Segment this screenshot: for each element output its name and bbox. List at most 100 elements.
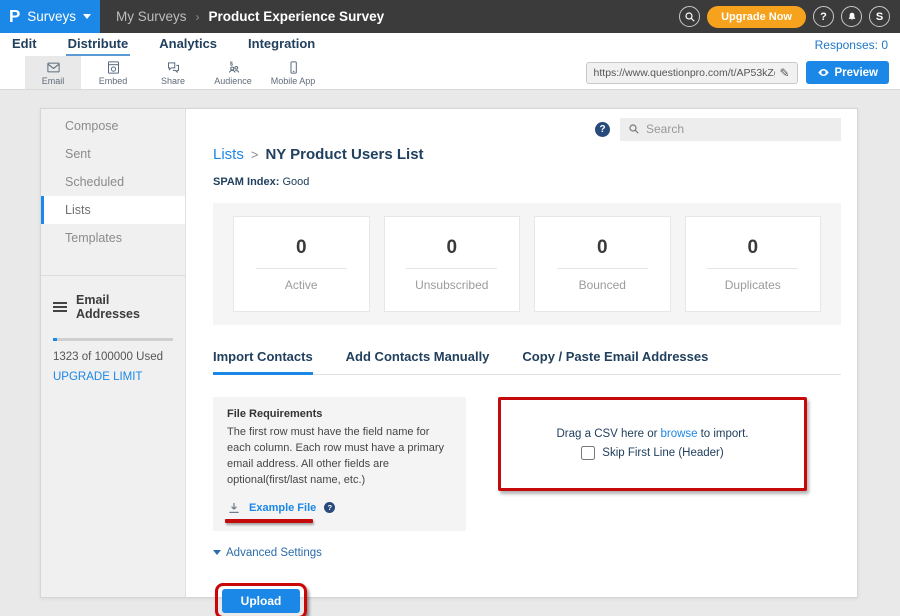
upload-button[interactable]: Upload	[222, 589, 300, 613]
contacts-search-box	[620, 118, 841, 141]
channel-label: Mobile App	[271, 76, 316, 86]
skip-first-line-row: Skip First Line (Header)	[581, 446, 723, 460]
product-switcher[interactable]: P Surveys	[0, 0, 100, 33]
usage-progress-bar	[53, 338, 173, 341]
toolbar-right: ✎ Preview	[586, 56, 900, 89]
dropzone-text-before: Drag a CSV here or	[556, 428, 657, 440]
annotation-highlight-box: Upload	[215, 583, 307, 616]
page-help-button[interactable]: ?	[595, 122, 610, 137]
file-requirements-box: File Requirements The first row must hav…	[213, 397, 466, 531]
advanced-settings-toggle[interactable]: Advanced Settings	[213, 547, 322, 559]
dropzone-text: Drag a CSV here orbrowseto import.	[556, 428, 748, 440]
tab-import-contacts[interactable]: Import Contacts	[213, 349, 313, 375]
stat-value: 0	[597, 237, 608, 259]
email-addresses-section: Email Addresses 1323 of 100000 Used UPGR…	[41, 276, 185, 383]
email-icon	[46, 60, 61, 75]
skip-first-line-label: Skip First Line (Header)	[602, 447, 723, 459]
nav-distribute[interactable]: Distribute	[66, 33, 131, 56]
stat-label: Unsubscribed	[415, 278, 488, 292]
channel-audience[interactable]: $ Audience	[205, 56, 261, 89]
product-menu-label: Surveys	[27, 9, 76, 24]
contacts-tabs: Import Contacts Add Contacts Manually Co…	[213, 349, 841, 375]
chevron-down-icon	[213, 550, 221, 555]
upgrade-now-button[interactable]: Upgrade Now	[707, 6, 806, 28]
email-addresses-title: Email Addresses	[76, 293, 173, 321]
breadcrumb-separator-icon: >	[251, 147, 259, 162]
email-lists-panel: Compose Sent Scheduled Lists Templates E…	[40, 108, 858, 598]
browse-link[interactable]: browse	[660, 428, 697, 440]
search-icon	[684, 11, 696, 23]
stat-label: Bounced	[579, 278, 626, 292]
download-icon	[227, 501, 241, 515]
channel-label: Email	[42, 76, 65, 86]
list-stats: 0 Active 0 Unsubscribed 0 Bounced 0 Dupl…	[213, 203, 841, 325]
spam-index-value: Good	[282, 176, 309, 188]
upgrade-limit-link[interactable]: UPGRADE LIMIT	[53, 371, 173, 383]
channel-label: Share	[161, 76, 185, 86]
sidebar-item-lists[interactable]: Lists	[41, 196, 185, 224]
skip-first-line-checkbox[interactable]	[581, 446, 595, 460]
bell-icon	[846, 11, 858, 23]
channel-label: Audience	[214, 76, 252, 86]
survey-nav: Edit Distribute Analytics Integration Re…	[0, 33, 900, 56]
stat-label: Duplicates	[725, 278, 781, 292]
channel-mobile-app[interactable]: Mobile App	[265, 56, 321, 89]
sidebar-item-templates[interactable]: Templates	[41, 224, 185, 252]
nav-edit[interactable]: Edit	[10, 33, 39, 56]
eye-icon	[817, 66, 830, 79]
list-icon	[53, 302, 67, 312]
audience-icon: $	[226, 60, 241, 75]
stat-value: 0	[747, 237, 758, 259]
questionpro-logo: P	[9, 6, 20, 27]
breadcrumb-my-surveys[interactable]: My Surveys	[116, 9, 187, 24]
survey-url-input[interactable]	[594, 67, 776, 79]
example-file-link[interactable]: Example File	[249, 502, 316, 514]
edit-url-icon[interactable]: ✎	[779, 66, 789, 80]
channel-share[interactable]: Share	[145, 56, 201, 89]
search-icon	[628, 123, 640, 135]
stat-card-duplicates: 0 Duplicates	[685, 216, 822, 312]
tab-copy-paste-email-addresses[interactable]: Copy / Paste Email Addresses	[522, 349, 708, 375]
responses-count[interactable]: Responses: 0	[815, 33, 900, 56]
search-button[interactable]	[679, 6, 700, 27]
stat-card-active: 0 Active	[233, 216, 370, 312]
topbar-actions: Upgrade Now ? S	[679, 0, 900, 33]
stat-divider	[707, 268, 798, 269]
spam-index: SPAM Index: Good	[213, 176, 841, 188]
nav-integration[interactable]: Integration	[246, 33, 317, 56]
sidebar-item-compose[interactable]: Compose	[41, 112, 185, 140]
channel-email[interactable]: Email	[25, 56, 81, 89]
preview-button[interactable]: Preview	[806, 61, 889, 84]
nav-analytics[interactable]: Analytics	[157, 33, 219, 56]
example-file-row: Example File ?	[227, 501, 335, 515]
help-search-row: ?	[213, 117, 841, 141]
stat-value: 0	[446, 237, 457, 259]
breadcrumb-lists-link[interactable]: Lists	[213, 146, 244, 163]
sidebar-item-scheduled[interactable]: Scheduled	[41, 168, 185, 196]
stat-card-unsubscribed: 0 Unsubscribed	[384, 216, 521, 312]
embed-icon	[106, 60, 121, 75]
notifications-button[interactable]	[841, 6, 862, 27]
preview-label: Preview	[835, 67, 878, 79]
example-file-help-button[interactable]: ?	[324, 502, 335, 513]
help-button[interactable]: ?	[813, 6, 834, 27]
channel-label: Embed	[99, 76, 128, 86]
file-requirements-body: The first row must have the field name f…	[227, 425, 452, 489]
list-name: NY Product Users List	[265, 146, 423, 163]
channel-embed[interactable]: Embed	[85, 56, 141, 89]
mobile-app-icon	[286, 60, 301, 75]
topbar: P Surveys My Surveys › Product Experienc…	[0, 0, 900, 33]
chevron-down-icon	[83, 14, 91, 19]
stat-divider	[406, 268, 497, 269]
contacts-search-input[interactable]	[646, 122, 833, 136]
breadcrumb-separator-icon: ›	[196, 10, 200, 24]
share-icon	[166, 60, 181, 75]
advanced-settings-label: Advanced Settings	[226, 547, 322, 559]
tab-add-contacts-manually[interactable]: Add Contacts Manually	[346, 349, 490, 375]
avatar[interactable]: S	[869, 6, 890, 27]
sidebar-item-sent[interactable]: Sent	[41, 140, 185, 168]
survey-title: Product Experience Survey	[209, 9, 385, 24]
spam-index-label: SPAM Index:	[213, 176, 279, 188]
list-detail-main: ? Lists > NY Product Users List SPAM Ind…	[186, 109, 857, 597]
csv-dropzone[interactable]: Drag a CSV here orbrowseto import. Skip …	[498, 397, 807, 491]
